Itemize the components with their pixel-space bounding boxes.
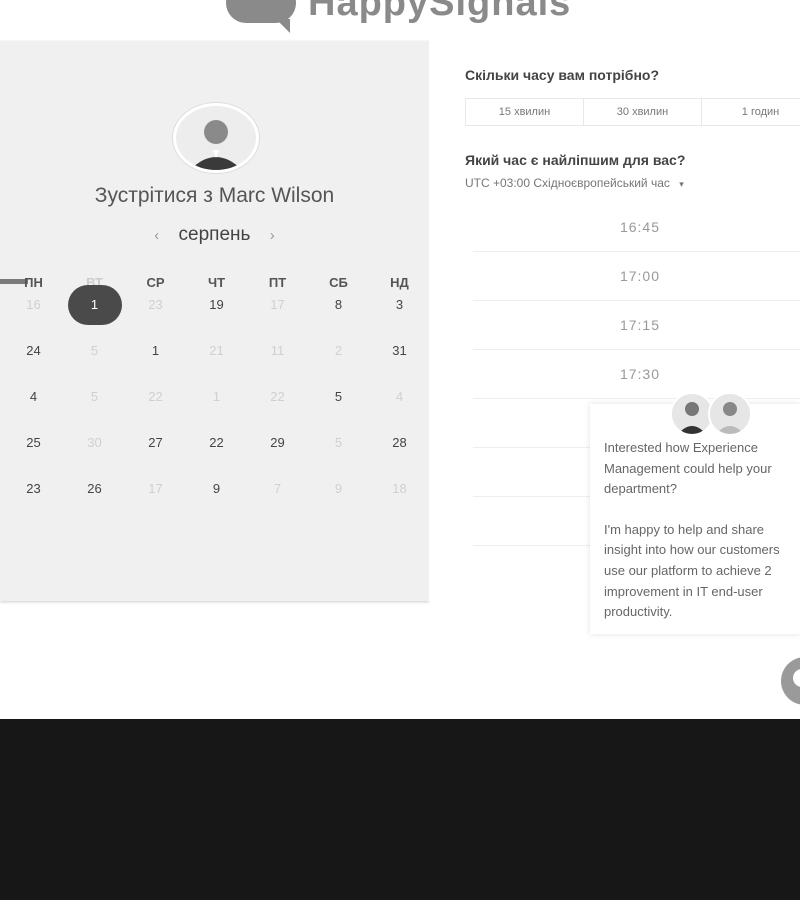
chevron-right-icon[interactable]: › xyxy=(256,227,289,244)
calendar-day: 11 xyxy=(270,343,285,358)
weekday-label: ЧТ xyxy=(207,275,226,290)
weekday-label: СР xyxy=(146,275,165,290)
chat-message-text: I'm happy to help and share insight into… xyxy=(604,521,780,620)
month-navigator: ‹ серпень › xyxy=(0,224,429,246)
weekday-label: СБ xyxy=(329,275,348,290)
weekday-header: ПН ВТ СР ЧТ ПТ СБ НД xyxy=(3,273,427,293)
time-slot[interactable]: 16:45 xyxy=(473,203,800,252)
caret-down-icon: ▾ xyxy=(679,179,684,189)
calendar-day[interactable]: 25 xyxy=(3,431,64,477)
calendar-week-row: 16 1 23 19 17 8 3 xyxy=(3,285,430,339)
calendar-day: 7 xyxy=(273,481,282,496)
calendar-weeks: 16 1 23 19 17 8 3 24 5 1 21 11 2 31 4 5 22 1 22 5 4 25 30 27 22 2… xyxy=(3,285,430,523)
calendar-week-row: 25 30 27 22 29 5 28 xyxy=(3,431,427,477)
time-slot[interactable]: 17:15 xyxy=(473,301,800,350)
agent-avatar xyxy=(708,392,752,436)
calendar-day: 5 xyxy=(90,389,99,404)
duration-selector: 15 хвилин 30 хвилин 1 годин xyxy=(465,98,800,126)
calendar-day[interactable]: 4 xyxy=(3,385,64,431)
brand-logo[interactable]: HappySignals xyxy=(226,0,572,33)
calendar-week-row: 4 5 22 1 22 5 4 xyxy=(3,385,427,431)
weekday-label: ПТ xyxy=(268,275,287,290)
calendar-week-row: 23 26 17 9 7 9 18 xyxy=(3,477,427,523)
calendar-day: 23 xyxy=(148,297,163,312)
calendar-day: 4 xyxy=(395,389,404,404)
calendar-panel: Зустрітися з Marc Wilson ‹ серпень › ПН … xyxy=(0,41,429,601)
calendar-day: 17 xyxy=(270,297,285,312)
calendar-grid: ПН ВТ СР ЧТ ПТ СБ НД 16 1 23 19 17 8 3 24 5 1 21 11… xyxy=(3,273,427,523)
calendar-day: 22 xyxy=(270,389,285,404)
calendar-day: 18 xyxy=(392,481,407,496)
logo-bubble-icon xyxy=(226,0,296,33)
time-question: Який час є найліпшим для вас? xyxy=(465,152,686,168)
calendar-day[interactable]: 5 xyxy=(308,385,369,431)
chat-message-text: Interested how Experience Management cou… xyxy=(604,440,772,497)
chat-avatars xyxy=(670,392,752,436)
calendar-day[interactable]: 19 xyxy=(186,293,247,339)
chat-message: Interested how Experience Management cou… xyxy=(604,438,800,643)
weekday-label: ПН xyxy=(24,275,43,290)
duration-option[interactable]: 30 хвилин xyxy=(583,98,702,126)
calendar-day-selected[interactable]: 1 xyxy=(67,285,122,325)
calendar-day[interactable]: 29 xyxy=(247,431,308,477)
calendar-day: 2 xyxy=(334,343,343,358)
timezone-label: UTC +03:00 Східноєвропейський час xyxy=(465,176,670,190)
calendar-day: 22 xyxy=(148,389,163,404)
duration-question: Скільки часу вам потрібно? xyxy=(465,67,660,83)
calendar-day[interactable]: 8 xyxy=(308,293,369,339)
calendar-day[interactable]: 3 xyxy=(369,293,430,339)
host-title: Зустрітися з Marc Wilson xyxy=(94,184,335,207)
time-slot[interactable]: 17:00 xyxy=(473,252,800,301)
calendar-day: 9 xyxy=(334,481,343,496)
timezone-select[interactable]: UTC +03:00 Східноєвропейський час ▾ xyxy=(465,176,684,190)
time-slot[interactable]: 17:30 xyxy=(473,350,800,399)
calendar-day: 5 xyxy=(334,435,343,450)
duration-option[interactable]: 1 годин xyxy=(701,98,800,126)
host-avatar xyxy=(173,103,259,173)
calendar-day: 5 xyxy=(90,343,99,358)
weekday-label: НД xyxy=(390,275,409,290)
chevron-left-icon[interactable]: ‹ xyxy=(140,227,173,244)
calendar-day[interactable]: 27 xyxy=(125,431,186,477)
calendar-day: 21 xyxy=(209,343,224,358)
calendar-day[interactable]: 9 xyxy=(186,477,247,523)
month-label: серпень xyxy=(178,224,251,245)
logo-text: HappySignals xyxy=(308,0,572,24)
page-footer xyxy=(0,719,800,900)
calendar-day: 17 xyxy=(148,481,163,496)
calendar-day: 1 xyxy=(212,389,221,404)
calendar-day[interactable]: 26 xyxy=(64,477,125,523)
calendar-week-row: 24 5 1 21 11 2 31 xyxy=(3,339,427,385)
calendar-day[interactable]: 24 xyxy=(3,339,64,385)
calendar-day[interactable]: 23 xyxy=(3,477,64,523)
calendar-day: 30 xyxy=(87,435,102,450)
chat-popup[interactable]: Interested how Experience Management cou… xyxy=(590,392,800,634)
calendar-day[interactable]: 1 xyxy=(125,339,186,385)
duration-option[interactable]: 15 хвилин xyxy=(465,98,584,126)
calendar-day[interactable]: 31 xyxy=(369,339,430,385)
calendar-day[interactable]: 28 xyxy=(369,431,430,477)
chat-bubble-icon[interactable] xyxy=(781,657,800,705)
calendar-day[interactable]: 22 xyxy=(186,431,247,477)
calendar-day: 16 xyxy=(26,297,41,312)
